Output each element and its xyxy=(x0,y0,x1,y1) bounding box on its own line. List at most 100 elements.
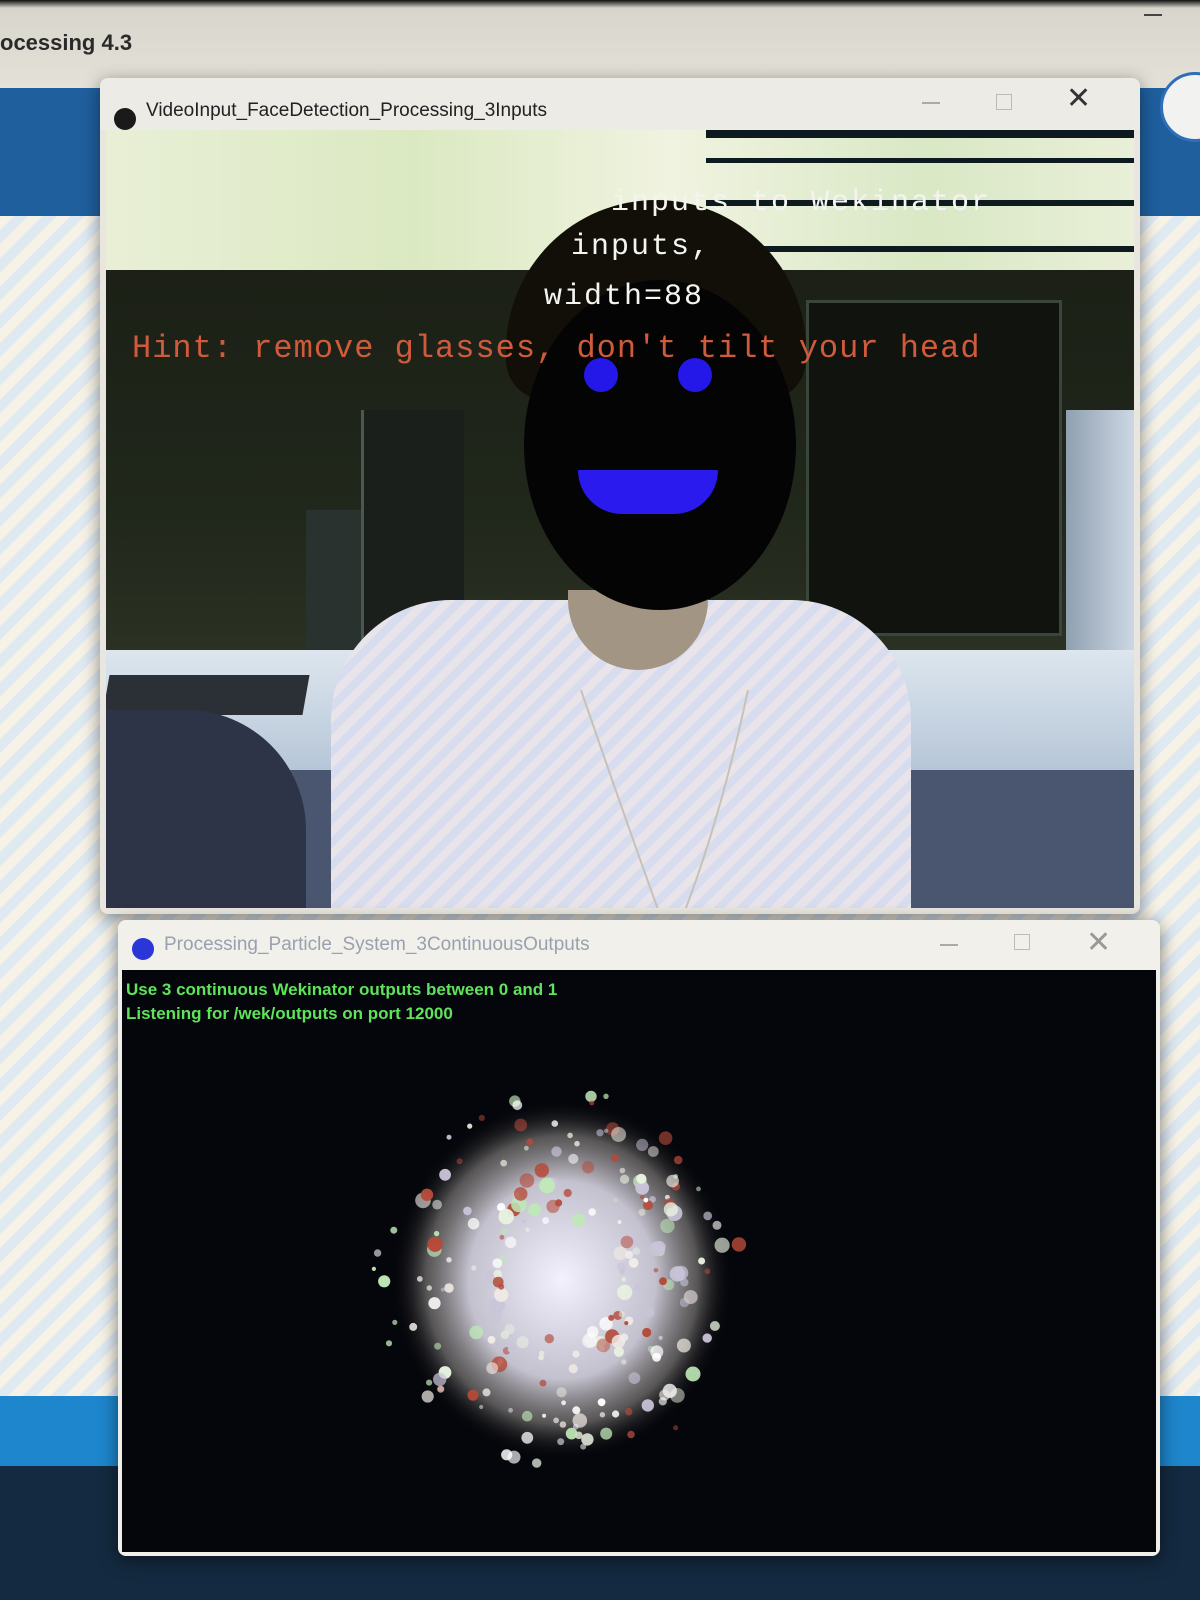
particle xyxy=(621,1359,627,1365)
particle xyxy=(641,1399,654,1412)
particle xyxy=(551,1146,562,1157)
particle xyxy=(499,1234,505,1240)
particle xyxy=(557,1438,565,1446)
particle xyxy=(658,1131,673,1145)
particle xyxy=(610,1154,619,1162)
minimize-icon[interactable] xyxy=(922,102,940,104)
particle xyxy=(437,1385,445,1393)
particle xyxy=(698,1257,706,1265)
status-line-port: Listening for /wek/outputs on port 12000 xyxy=(126,1004,453,1023)
particle xyxy=(371,1266,376,1271)
particle xyxy=(666,1174,679,1188)
particle xyxy=(373,1249,382,1257)
overlay-hint: Hint: remove glasses, don't tilt your he… xyxy=(132,330,981,367)
particle xyxy=(582,1333,597,1349)
particle xyxy=(539,1177,555,1194)
particle xyxy=(581,1161,595,1174)
particle xyxy=(731,1237,747,1252)
face-mouth-icon xyxy=(578,470,718,514)
particle xyxy=(663,1202,678,1217)
overlay-line2: inputs, xyxy=(571,230,712,264)
particle xyxy=(500,1330,509,1340)
particle-window-titlebar[interactable]: Processing_Particle_System_3ContinuousOu… xyxy=(118,920,1160,970)
face-detection-window: VideoInput_FaceDetection_Processing_3Inp… xyxy=(100,78,1140,914)
particle xyxy=(439,1168,451,1181)
particle xyxy=(589,1100,595,1106)
particle xyxy=(585,1090,597,1103)
particle xyxy=(378,1275,391,1288)
particle xyxy=(409,1322,418,1331)
maximize-icon[interactable] xyxy=(996,94,1012,110)
particle xyxy=(421,1390,434,1403)
particle xyxy=(426,1285,432,1291)
particle xyxy=(559,1421,567,1428)
particle xyxy=(617,1220,622,1224)
minimize-icon[interactable] xyxy=(940,944,958,946)
particle xyxy=(463,1206,472,1216)
particle xyxy=(588,1208,596,1216)
particle xyxy=(444,1283,454,1293)
particle xyxy=(433,1372,447,1387)
particle-window-title: Processing_Particle_System_3ContinuousOu… xyxy=(164,934,590,955)
particle xyxy=(604,1128,609,1133)
particle-system-window: Processing_Particle_System_3ContinuousOu… xyxy=(118,920,1160,1556)
particle xyxy=(634,1283,643,1292)
particle xyxy=(574,1140,580,1147)
particle xyxy=(416,1276,423,1282)
particle xyxy=(640,1195,645,1200)
particle xyxy=(704,1268,711,1275)
particle xyxy=(643,1197,649,1203)
particle xyxy=(525,1227,530,1232)
face-window-titlebar[interactable]: VideoInput_FaceDetection_Processing_3Inp… xyxy=(100,78,1140,130)
particle xyxy=(467,1123,473,1129)
maximize-icon[interactable] xyxy=(1014,934,1030,950)
particle xyxy=(553,1417,559,1424)
particle xyxy=(561,1400,566,1406)
particle xyxy=(650,1345,664,1359)
particle xyxy=(621,1277,626,1282)
particle xyxy=(390,1226,398,1234)
ide-minimize-icon[interactable] xyxy=(1144,14,1162,16)
particle xyxy=(572,1350,580,1358)
close-icon[interactable]: ✕ xyxy=(1086,928,1111,958)
particle xyxy=(467,1389,479,1401)
particle xyxy=(392,1319,398,1325)
particle xyxy=(471,1265,477,1271)
particle xyxy=(596,1129,604,1137)
particle xyxy=(624,1321,629,1326)
particle xyxy=(644,1307,655,1318)
frame-bar xyxy=(706,130,1134,138)
particle xyxy=(565,1427,578,1440)
particle xyxy=(620,1174,630,1184)
particle xyxy=(498,1283,505,1290)
particle xyxy=(500,1159,508,1167)
particle xyxy=(428,1297,441,1310)
particle xyxy=(680,1278,689,1287)
app-icon xyxy=(114,108,136,130)
particle xyxy=(572,1406,581,1415)
particle-cloud xyxy=(371,1090,747,1468)
particle xyxy=(600,1427,613,1440)
particle-canvas: Use 3 continuous Wekinator outputs betwe… xyxy=(122,970,1156,1552)
particle xyxy=(446,1257,452,1263)
particle xyxy=(658,1397,667,1406)
particle xyxy=(647,1146,659,1157)
particle xyxy=(642,1327,652,1338)
particle xyxy=(599,1412,606,1418)
particle xyxy=(505,1236,517,1249)
overlay-line1: inputs to Wekinator xyxy=(611,186,992,220)
video-feed: inputs to Wekinator inputs, width=88 Hin… xyxy=(106,130,1134,908)
particle xyxy=(624,1407,633,1416)
particle xyxy=(568,1153,579,1164)
particle xyxy=(703,1211,713,1221)
close-icon[interactable]: ✕ xyxy=(1066,84,1091,114)
frame-bar xyxy=(706,158,1134,163)
particle xyxy=(507,1345,516,1354)
particle xyxy=(619,1167,626,1174)
particle xyxy=(620,1235,634,1249)
particle xyxy=(427,1236,443,1252)
particle xyxy=(487,1335,496,1344)
particle xyxy=(696,1186,701,1192)
particle xyxy=(516,1336,529,1349)
video-necklace xyxy=(580,690,749,908)
